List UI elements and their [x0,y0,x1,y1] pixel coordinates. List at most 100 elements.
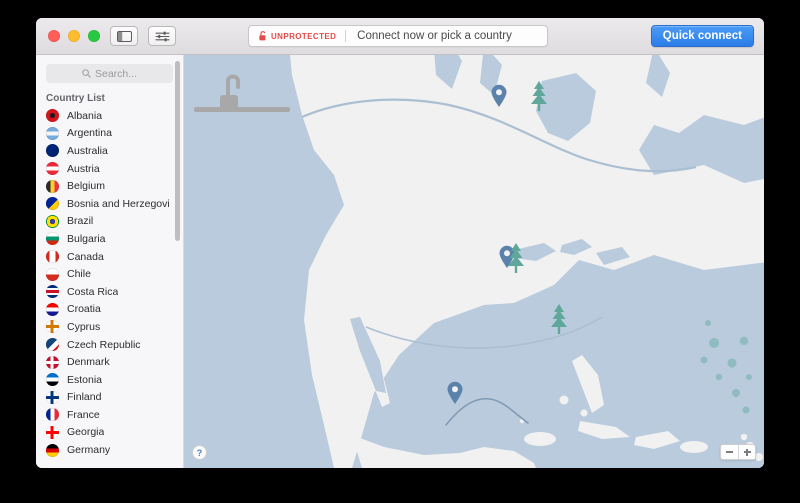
albania-flag-icon [46,109,59,123]
search-placeholder: Search... [94,67,138,80]
country-name: Costa Rica [67,285,119,298]
world-map-graphic [184,55,764,468]
sidebar-toggle-button[interactable] [110,26,138,46]
country-list-item[interactable]: Costa Rica [36,283,183,301]
country-name: Canada [67,250,104,263]
minus-icon [726,451,733,453]
czech-republic-flag-icon [46,338,59,352]
tree-decoration [529,80,549,112]
country-name: Denmark [67,356,110,369]
country-list-item[interactable]: Brazil [36,213,183,231]
country-list-item[interactable]: Cyprus [36,318,183,336]
help-button[interactable]: ? [192,445,207,460]
country-list-item[interactable]: France [36,406,183,424]
country-list-item[interactable]: Estonia [36,371,183,389]
country-name: Georgia [67,426,105,439]
country-list-header: Country List [46,93,105,104]
country-list-item[interactable]: Georgia [36,424,183,442]
map-canvas[interactable]: ? [184,55,764,468]
country-name: Cyprus [67,320,101,333]
country-list-item[interactable]: Bosnia and Herzegovi [36,195,183,213]
search-input[interactable]: Search... [46,64,173,83]
australia-flag-icon [46,144,59,158]
canada-flag-icon [46,250,59,264]
country-name: Estonia [67,373,103,386]
map-zoom-controls [720,444,756,460]
cyprus-flag-icon [46,320,59,334]
brazil-flag-icon [46,214,59,228]
belgium-flag-icon [46,179,59,193]
sidebar-scrollbar[interactable] [175,61,180,462]
country-name: Czech Republic [67,338,141,351]
country-name: Chile [67,268,91,281]
country-list-item[interactable]: Albania [36,107,183,125]
country-name: Bulgaria [67,232,106,245]
finland-flag-icon [46,390,59,404]
pine-tree-icon [508,243,524,273]
argentina-flag-icon [46,126,59,140]
country-name: Argentina [67,127,112,140]
costa-rica-flag-icon [46,285,59,299]
close-window-button[interactable] [48,30,60,42]
sidebar: Search... Country List Albania Argentina A… [36,55,184,468]
title-bar: UNPROTECTED Connect now or pick a countr… [36,18,764,55]
unlocked-lock-icon [259,31,266,41]
sidebar-toggle-icon [116,30,132,42]
tree-decoration [549,303,569,335]
zoom-out-button[interactable] [721,445,738,459]
country-name: Finland [67,391,102,404]
unprotected-indicator: UNPROTECTED [249,26,345,46]
country-name: Belgium [67,180,105,193]
country-name: Australia [67,144,108,157]
chile-flag-icon [46,267,59,281]
georgia-flag-icon [46,425,59,439]
pine-tree-icon [551,304,567,334]
settings-sliders-icon [154,31,170,41]
country-list-item[interactable]: Denmark [36,353,183,371]
country-name: France [67,408,100,421]
country-list-item[interactable]: Finland [36,389,183,407]
connection-status-bar: UNPROTECTED Connect now or pick a countr… [248,25,548,47]
austria-flag-icon [46,162,59,176]
country-name: Brazil [67,215,94,228]
country-name: Croatia [67,303,101,316]
sidebar-scrollbar-thumb[interactable] [175,61,180,242]
connect-prompt-message: Connect now or pick a country [357,30,512,42]
country-list-item[interactable]: Australia [36,142,183,160]
tree-decoration [506,242,526,274]
croatia-flag-icon [46,302,59,316]
maximize-window-button[interactable] [88,30,100,42]
plus-icon [743,448,751,456]
country-list-item[interactable]: Bulgaria [36,230,183,248]
server-pin-north[interactable] [490,84,508,108]
estonia-flag-icon [46,373,59,387]
app-window: UNPROTECTED Connect now or pick a countr… [36,18,764,468]
location-pin-icon [447,381,463,404]
unprotected-label: UNPROTECTED [271,31,337,41]
zoom-in-button[interactable] [738,445,755,459]
minimize-window-button[interactable] [68,30,80,42]
server-pin-south[interactable] [446,381,464,405]
country-name: Austria [67,162,100,175]
location-pin-icon [491,84,507,107]
country-name: Albania [67,109,103,122]
denmark-flag-icon [46,355,59,369]
country-list[interactable]: Albania Argentina Australia Austria Belgium B… [36,107,183,468]
country-list-item[interactable]: Canada [36,248,183,266]
quick-connect-button[interactable]: Quick connect [650,25,754,47]
search-icon [82,69,91,78]
country-list-item[interactable]: Croatia [36,301,183,319]
country-list-item[interactable]: Germany [36,441,183,459]
country-list-item[interactable]: Argentina [36,125,183,143]
france-flag-icon [46,408,59,422]
country-list-item[interactable]: Chile [36,265,183,283]
germany-flag-icon [46,443,59,457]
bosnia-and-herzegovina-flag-icon [46,197,59,211]
pine-tree-icon [531,81,547,111]
country-list-item[interactable]: Belgium [36,177,183,195]
settings-button[interactable] [148,26,176,46]
bulgaria-flag-icon [46,232,59,246]
country-name: Bosnia and Herzegovi [67,197,170,210]
country-list-item[interactable]: Czech Republic [36,336,183,354]
country-list-item[interactable]: Austria [36,160,183,178]
